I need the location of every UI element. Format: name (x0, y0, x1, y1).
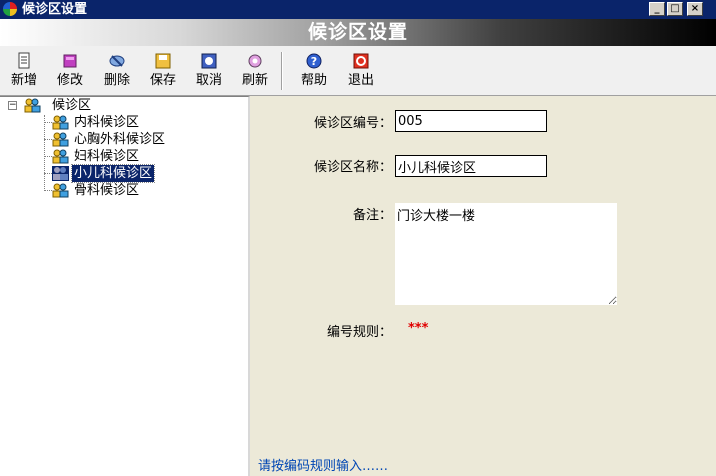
name-label: 候诊区名称： (313, 160, 392, 175)
delete-button-label: 删除 (103, 73, 130, 88)
toolbar-separator (281, 52, 283, 90)
tree-connector (44, 115, 45, 191)
people-group-icon (52, 132, 69, 147)
cancel-icon (201, 53, 217, 69)
people-group-icon (24, 98, 41, 113)
people-group-icon (52, 166, 69, 181)
refresh-icon (248, 54, 262, 68)
edit-button[interactable]: 修改 (50, 52, 90, 94)
code-field[interactable] (395, 110, 547, 132)
tree-connector (44, 190, 52, 191)
cancel-button-label: 取消 (195, 73, 222, 88)
remark-label: 备注： (352, 208, 392, 223)
exit-button[interactable]: 退出 (341, 52, 381, 94)
exit-icon (353, 53, 369, 69)
help-button-label: 帮助 (300, 73, 327, 88)
save-icon (155, 53, 171, 69)
tree-connector (44, 156, 52, 157)
maximize-button[interactable]: □ (667, 2, 683, 16)
cancel-button[interactable]: 取消 (189, 52, 229, 94)
edit-book-icon (63, 54, 77, 68)
tree-item-label: 心胸外科候诊区 (74, 132, 166, 147)
people-group-icon (52, 183, 69, 198)
header-banner: 候诊区设置 (0, 19, 716, 46)
people-group-icon (52, 115, 69, 130)
window-title: 候诊区设置 (22, 2, 88, 17)
tree-connector (44, 139, 52, 140)
tree-item-label: 骨科候诊区 (74, 183, 140, 198)
minimize-button[interactable]: _ (649, 2, 665, 16)
toolbar: 新增 修改 删除 保存 取消 刷新 ? 帮助 退出 (0, 46, 716, 96)
save-button[interactable]: 保存 (143, 52, 183, 94)
input-hint: 请按编码规则输入…… (258, 459, 389, 474)
people-group-icon (52, 149, 69, 164)
remark-textarea[interactable]: 门诊大楼一楼 (395, 203, 617, 305)
tree-connector (44, 173, 52, 174)
tree-item-label: 妇科候诊区 (74, 149, 140, 164)
refresh-button[interactable]: 刷新 (235, 52, 275, 94)
refresh-button-label: 刷新 (241, 73, 268, 88)
code-label: 候诊区编号： (313, 116, 392, 131)
tree-root-label: 候诊区 (52, 98, 92, 113)
edit-button-label: 修改 (56, 73, 83, 88)
close-button[interactable]: × (687, 2, 703, 16)
rule-value: *** (408, 321, 429, 336)
banner-title: 候诊区设置 (307, 21, 408, 43)
waiting-area-tree: − 候诊区 内科候诊区 心胸外科候诊区 妇科候诊区 小儿科候诊区 骨科候诊区 (0, 96, 250, 476)
help-icon: ? (306, 53, 322, 69)
save-button-label: 保存 (149, 73, 176, 88)
tree-collapse-toggle[interactable]: − (8, 101, 17, 110)
new-button[interactable]: 新增 (4, 52, 44, 94)
svg-text:?: ? (311, 55, 317, 68)
new-button-label: 新增 (10, 73, 37, 88)
exit-button-label: 退出 (347, 73, 374, 88)
delete-button[interactable]: 删除 (97, 52, 137, 94)
tree-item-label: 小儿科候诊区 (70, 164, 156, 183)
name-field[interactable] (395, 155, 547, 177)
window-title-bar: 候诊区设置 _ □ × (0, 0, 716, 19)
tree-connector (44, 122, 52, 123)
app-icon (3, 2, 17, 16)
delete-icon (109, 55, 125, 67)
rule-label: 编号规则： (326, 325, 392, 340)
tree-item-label: 内科候诊区 (74, 115, 140, 130)
help-button[interactable]: ? 帮助 (294, 52, 334, 94)
new-doc-icon (18, 52, 30, 69)
